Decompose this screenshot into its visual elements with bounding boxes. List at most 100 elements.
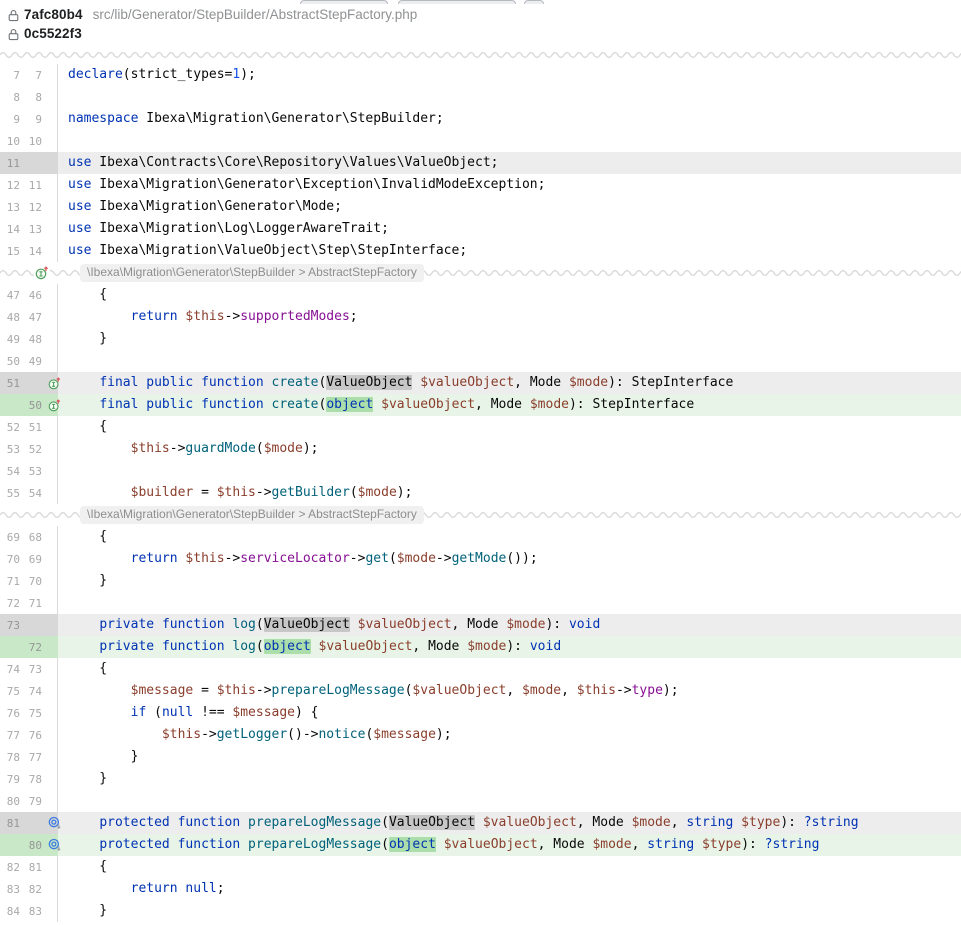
code-line[interactable]: $this->getLogger()->notice($message); [58,724,961,746]
code-token [694,837,702,852]
code-line[interactable] [58,350,961,372]
code-token: Ibexa\Migration\Log\LoggerAwareTrait; [91,221,388,236]
code-token: $mode [506,617,545,632]
code-token: log [232,639,255,654]
code-token: -> [201,727,217,742]
code-token: private [99,639,154,654]
new-line-number: 13 [23,223,42,236]
code-token [68,639,99,654]
code-token: prepareLogMessage [248,837,381,852]
code-token [240,815,248,830]
code-token: function [162,617,225,632]
code-line[interactable]: final public function create(object $val… [58,394,961,416]
code-line[interactable]: final public function create(ValueObject… [58,372,961,394]
code-line[interactable]: { [58,658,961,680]
code-token: ( [256,639,264,654]
collapsed-region-label[interactable]: \Ibexa\Migration\Generator\StepBuilder >… [80,264,424,282]
code-line[interactable]: } [58,746,961,768]
code-line[interactable]: use Ibexa\Migration\Generator\Exception\… [58,174,961,196]
code-token [68,309,131,324]
new-line-number: 80 [23,839,42,852]
code-line[interactable] [58,592,961,614]
code-line[interactable]: use Ibexa\Migration\Generator\Mode; [58,196,961,218]
code-token: } [68,573,107,588]
code-token: use [68,199,91,214]
new-line-number: 70 [23,575,42,588]
code-line[interactable]: $builder = $this->getBuilder($mode); [58,482,961,504]
collapsed-region-separator[interactable]: \Ibexa\Migration\Generator\StepBuilder >… [0,504,961,526]
code-line[interactable]: use Ibexa\Migration\Log\LoggerAwareTrait… [58,218,961,240]
code-line[interactable]: } [58,570,961,592]
code-line[interactable]: declare(strict_types=1); [58,64,961,86]
fold-wave [0,49,961,61]
code-token: $this [162,727,201,742]
diff-code-row: 81 protected function prepareLogMessage(… [0,812,961,834]
code-token [240,837,248,852]
code-token: null [162,705,193,720]
code-line[interactable]: protected function prepareLogMessage(Val… [58,812,961,834]
code-token: -> [256,485,272,500]
diff-code-row: 5554 $builder = $this->getBuilder($mode)… [0,482,961,504]
new-line-number: 74 [23,685,42,698]
collapsed-region-label[interactable]: \Ibexa\Migration\Generator\StepBuilder >… [80,506,424,524]
code-token [170,837,178,852]
code-line[interactable] [58,130,961,152]
code-token: Ibexa\Migration\Generator\StepBuilder; [138,111,443,126]
code-line[interactable] [58,460,961,482]
code-token: $valueObject [358,617,452,632]
collapsed-region-separator[interactable]: \Ibexa\Migration\Generator\StepBuilder >… [0,262,961,284]
code-token: use [68,155,91,170]
code-line[interactable]: $message = $this->prepareLogMessage($val… [58,680,961,702]
code-line[interactable]: { [58,416,961,438]
code-token: $builder [131,485,194,500]
code-token [264,397,272,412]
code-token [68,375,99,390]
code-token: $type [741,815,780,830]
code-token [436,837,444,852]
code-line[interactable]: private function log(object $valueObject… [58,636,961,658]
code-line[interactable]: { [58,526,961,548]
code-line[interactable]: if (null !== $message) { [58,702,961,724]
code-token: $this [185,309,224,324]
code-token: return [131,881,178,896]
code-token: prepareLogMessage [248,815,381,830]
code-token: = [193,485,216,500]
code-token [68,683,131,698]
code-line[interactable]: { [58,284,961,306]
code-token: $mode [632,815,671,830]
code-token: object [264,639,311,654]
code-token: -> [350,551,366,566]
code-line[interactable]: use Ibexa\Migration\ValueObject\Step\Ste… [58,240,961,262]
code-line[interactable]: } [58,328,961,350]
code-line[interactable]: use Ibexa\Contracts\Core\Repository\Valu… [58,152,961,174]
diff-code-row: 73 private function log(ValueObject $val… [0,614,961,636]
code-line[interactable]: return null; [58,878,961,900]
code-line[interactable] [58,86,961,108]
diff-code-row: 4746 { [0,284,961,306]
code-line[interactable]: } [58,768,961,790]
code-line[interactable]: namespace Ibexa\Migration\Generator\Step… [58,108,961,130]
code-token: return [131,309,178,324]
code-token: get [365,551,388,566]
code-line[interactable]: $this->guardMode($mode); [58,438,961,460]
diff-code-row: 7675 if (null !== $message) { [0,702,961,724]
code-line[interactable]: return $this->serviceLocator->get($mode-… [58,548,961,570]
code-token: { [68,529,107,544]
code-line[interactable]: protected function prepareLogMessage(obj… [58,834,961,856]
code-token: function [201,375,264,390]
code-line[interactable]: { [58,856,961,878]
new-line-number: 47 [23,311,42,324]
old-line-number: 70 [1,553,20,566]
code-line[interactable] [58,790,961,812]
new-line-number: 68 [23,531,42,544]
diff-gutter: 6968 [0,526,58,548]
code-line[interactable]: return $this->supportedModes; [58,306,961,328]
implements-icon[interactable] [34,266,50,281]
collapsed-region-separator[interactable] [0,46,961,64]
code-line[interactable]: private function log(ValueObject $valueO… [58,614,961,636]
code-token: ValueObject [264,617,350,632]
code-line[interactable]: } [58,900,961,922]
new-line-number: 77 [23,751,42,764]
code-token: use [68,177,91,192]
diff-code-row: 7776 $this->getLogger()->notice($message… [0,724,961,746]
